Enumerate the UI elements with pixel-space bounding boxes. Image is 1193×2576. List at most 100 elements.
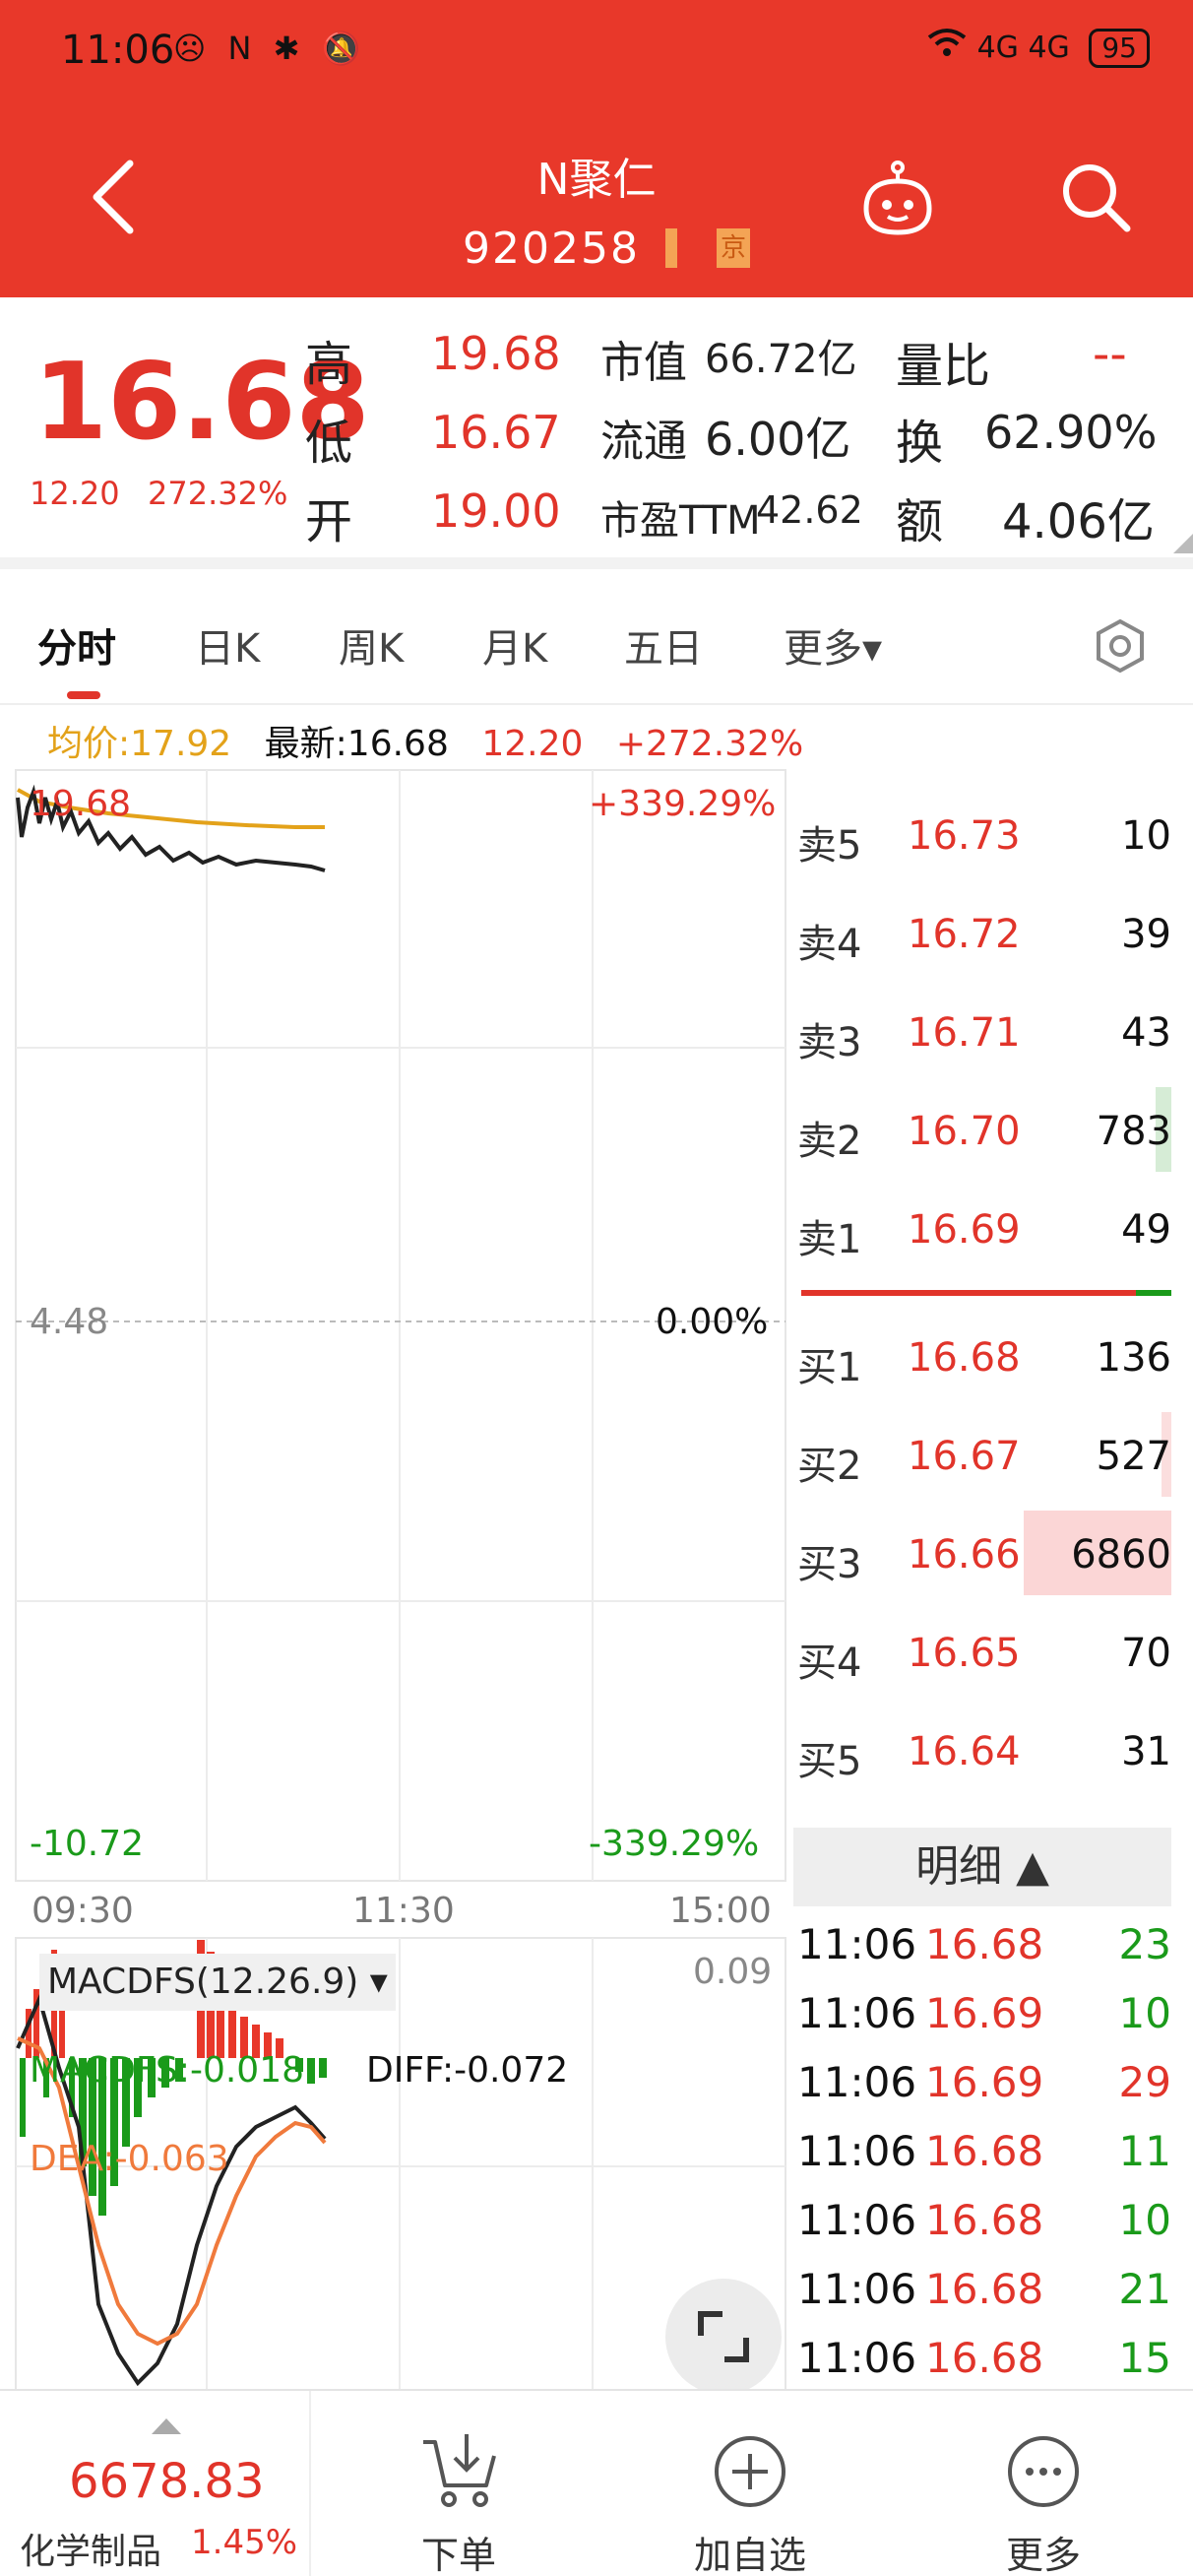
bid-price: 16.67	[908, 1434, 1021, 1479]
macdfs-value: MACDFS:-0.018	[30, 2050, 305, 2091]
low-label: 低	[305, 416, 353, 471]
high-value: 19.68	[431, 327, 561, 380]
bid-row[interactable]: 买4 16.65 70	[797, 1601, 1171, 1700]
more-button[interactable]: 更多	[945, 2430, 1142, 2576]
volratio-value: --	[1093, 327, 1127, 382]
tag-bar	[664, 228, 677, 268]
tab-more[interactable]: 更多▾	[784, 616, 882, 674]
mcap-value: 66.72亿	[705, 337, 857, 382]
open-label: 开	[305, 494, 353, 549]
place-order-label: 下单	[420, 2534, 496, 2576]
tab-daily-k[interactable]: 日K	[195, 616, 260, 674]
tab-weekly-k[interactable]: 周K	[339, 616, 404, 674]
bid-price: 16.66	[908, 1532, 1021, 1578]
detail-header-toggle[interactable]: 明细 ▲	[793, 1828, 1171, 1906]
change-amount: 12.20	[30, 475, 120, 512]
bid-label: 买5	[797, 1739, 862, 1784]
network-label: 4G 4G	[976, 31, 1070, 65]
volratio-label: 量比	[896, 339, 991, 394]
trade-row: 11:06 16.68 10	[797, 2188, 1171, 2257]
turnover-label: 换	[896, 416, 944, 471]
bid-label: 买4	[797, 1641, 862, 1686]
ask-label: 卖3	[797, 1020, 862, 1065]
bid-volume: 136	[1096, 1335, 1171, 1381]
robot-assistant-button[interactable]	[856, 160, 939, 238]
trade-time: 11:06	[797, 2265, 917, 2313]
ask-price: 16.72	[908, 912, 1021, 957]
trade-time: 11:06	[797, 2196, 917, 2244]
trade-volume: 29	[1118, 2058, 1171, 2106]
robot-icon	[863, 161, 932, 235]
stock-code: 920258	[463, 223, 640, 274]
ask-label: 卖1	[797, 1217, 862, 1262]
ask-price: 16.71	[908, 1010, 1021, 1056]
trade-row: 11:06 16.68 11	[797, 2119, 1171, 2188]
macd-indicator-selector[interactable]: MACDFS(12.26.9) ▾	[39, 1954, 396, 2011]
ask-row[interactable]: 卖1 16.69 49	[797, 1178, 1171, 1276]
ask-volume: 43	[1121, 1010, 1171, 1056]
axis-mid-left: 4.48	[30, 1302, 109, 1342]
trade-volume: 15	[1118, 2334, 1171, 2382]
trade-row: 11:06 16.69 29	[797, 2050, 1171, 2119]
trade-volume: 21	[1118, 2265, 1171, 2313]
pe-label: 市盈TTM	[600, 498, 761, 544]
axis-top-right: +339.29%	[589, 784, 777, 824]
ask-label: 卖4	[797, 922, 862, 967]
fullscreen-button[interactable]	[665, 2279, 782, 2395]
index-name: 化学制品	[20, 2532, 162, 2572]
tab-intraday[interactable]: 分时	[37, 616, 116, 674]
trade-price: 16.68	[925, 2127, 1044, 2175]
change-percent: 272.32%	[148, 475, 288, 512]
bid-volume: 527	[1096, 1434, 1171, 1479]
axis-top-left: 19.68	[30, 784, 132, 824]
amount-label: 额	[896, 494, 944, 549]
time-end: 15:00	[669, 1891, 772, 1931]
bid-row[interactable]: 买1 16.68 136	[797, 1306, 1171, 1404]
ask-row[interactable]: 卖2 16.70 783	[797, 1079, 1171, 1178]
latest-percent: +272.32%	[615, 724, 804, 764]
trade-price: 16.69	[925, 2058, 1044, 2106]
place-order-button[interactable]: 下单	[360, 2430, 557, 2576]
avg-price: 均价:17.92	[47, 724, 232, 764]
ask-price: 16.70	[908, 1109, 1021, 1154]
exchange-tag: 京	[716, 228, 750, 268]
ask-volume: 783	[1096, 1109, 1171, 1154]
bottom-navigation: 6678.83 化学制品 1.45% 下单 加自选 更多	[0, 2389, 1193, 2576]
trade-row: 11:06 16.68 23	[797, 1912, 1171, 1981]
ask-volume: 39	[1121, 912, 1171, 957]
chart-tabs: 分时 日K 周K 月K 五日 更多▾	[0, 581, 1193, 705]
tab-five-day[interactable]: 五日	[624, 616, 703, 674]
mcap-label: 市值	[600, 338, 687, 388]
trade-price: 16.68	[925, 1920, 1044, 1968]
dea-value: DEA:-0.063	[30, 2139, 229, 2179]
expand-corner-icon[interactable]	[1173, 534, 1193, 553]
search-button[interactable]	[1058, 160, 1133, 234]
chart-settings-button[interactable]	[1093, 618, 1148, 674]
ask-row[interactable]: 卖3 16.71 43	[797, 981, 1171, 1079]
ask-row[interactable]: 卖5 16.73 10	[797, 784, 1171, 882]
float-value: 6.00亿	[705, 413, 851, 466]
index-quote[interactable]: 6678.83 化学制品 1.45%	[0, 2391, 311, 2576]
bid-row[interactable]: 买3 16.66 6860	[797, 1503, 1171, 1601]
tab-monthly-k[interactable]: 月K	[482, 616, 547, 674]
trade-time: 11:06	[797, 2058, 917, 2106]
ask-price: 16.69	[908, 1207, 1021, 1253]
index-percent: 1.45%	[191, 2523, 298, 2562]
add-watchlist-button[interactable]: 加自选	[652, 2430, 848, 2576]
status-icons: ☹ N ✱ 🔕	[173, 30, 367, 67]
active-tab-indicator	[67, 691, 100, 699]
bid-volume: 6860	[1071, 1532, 1171, 1578]
diff-value: DIFF:-0.072	[366, 2050, 569, 2091]
bid-row[interactable]: 买2 16.67 527	[797, 1404, 1171, 1503]
trade-price: 16.68	[925, 2334, 1044, 2382]
more-label: 更多	[1005, 2534, 1081, 2576]
more-dots-icon	[1008, 2436, 1079, 2507]
bid-row[interactable]: 买5 16.64 31	[797, 1700, 1171, 1798]
ask-row[interactable]: 卖4 16.72 39	[797, 882, 1171, 981]
bid-label: 买2	[797, 1444, 862, 1489]
axis-bottom-right: -339.29%	[589, 1824, 760, 1864]
search-icon	[1063, 164, 1131, 232]
trade-time: 11:06	[797, 1989, 917, 2037]
open-value: 19.00	[431, 484, 561, 538]
plus-circle-icon	[715, 2436, 785, 2507]
